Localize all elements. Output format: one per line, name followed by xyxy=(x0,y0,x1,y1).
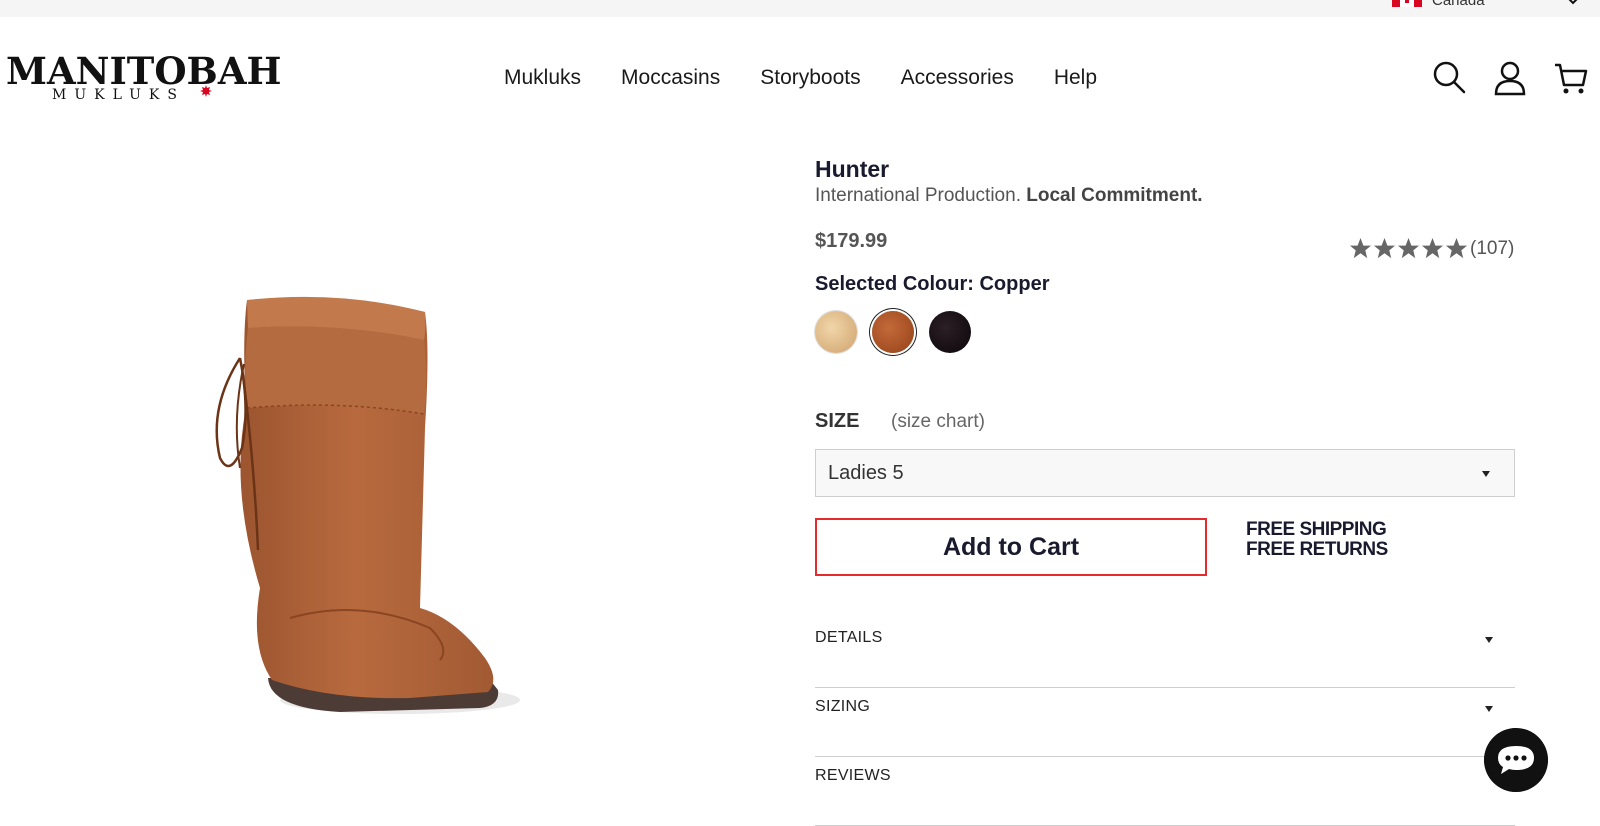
main-nav: Mukluks Moccasins Storyboots Accessories… xyxy=(504,64,1097,92)
chat-icon[interactable] xyxy=(1484,728,1548,792)
tagline-plain: International Production. xyxy=(815,185,1027,206)
accordion-reviews[interactable]: REVIEWS xyxy=(815,756,1515,826)
size-label: SIZE xyxy=(815,410,860,432)
shipping-info: FREE SHIPPING FREE RETURNS xyxy=(1246,520,1388,560)
free-returns-text: FREE RETURNS xyxy=(1246,539,1388,560)
colour-swatch-sand[interactable] xyxy=(815,311,857,353)
accordion-sizing-label: SIZING xyxy=(815,698,871,715)
nav-item-storyboots[interactable]: Storyboots xyxy=(760,64,860,92)
product-rating[interactable]: (107) xyxy=(1349,237,1514,260)
account-icon[interactable] xyxy=(1493,60,1527,96)
nav-item-help[interactable]: Help xyxy=(1054,64,1097,92)
accordion-details[interactable]: DETAILS xyxy=(815,618,1515,688)
country-selector[interactable]: Canada xyxy=(1392,0,1485,9)
rating-count: (107) xyxy=(1470,237,1515,259)
colour-swatch-copper[interactable] xyxy=(872,311,914,353)
nav-item-mukluks[interactable]: Mukluks xyxy=(504,64,581,92)
size-select-value: Ladies 5 xyxy=(828,461,904,484)
colour-swatch-black[interactable] xyxy=(929,311,971,353)
chevron-down-icon xyxy=(1482,471,1490,477)
brand-logo-text: MANITOBAH xyxy=(6,49,282,93)
chevron-down-icon[interactable] xyxy=(1568,0,1578,6)
brand-logo[interactable]: MANITOBAH MUKLUKS xyxy=(6,52,282,104)
size-chart-link[interactable]: (size chart) xyxy=(891,411,985,433)
product-price: $179.99 xyxy=(815,230,888,252)
chevron-down-icon xyxy=(1485,637,1493,643)
nav-item-accessories[interactable]: Accessories xyxy=(901,64,1014,92)
tagline-bold: Local Commitment. xyxy=(1026,185,1203,206)
brand-logo-subtext: MUKLUKS xyxy=(52,87,185,103)
add-to-cart-button[interactable]: Add to Cart xyxy=(815,518,1207,576)
country-label: Canada xyxy=(1432,0,1485,9)
search-icon[interactable] xyxy=(1432,60,1466,96)
star-icon xyxy=(1397,237,1420,259)
product-tagline: International Production. Local Commitme… xyxy=(815,185,1203,207)
star-icon xyxy=(1373,237,1396,259)
free-shipping-text: FREE SHIPPING xyxy=(1246,519,1387,540)
accordion-details-label: DETAILS xyxy=(815,629,883,646)
selected-colour-label: Selected Colour: Copper xyxy=(815,273,1050,295)
accordion-reviews-label: REVIEWS xyxy=(815,767,891,784)
chevron-down-icon xyxy=(1485,706,1493,712)
accordion-sizing[interactable]: SIZING xyxy=(815,687,1515,757)
top-utility-bar xyxy=(0,0,1600,17)
star-icon xyxy=(1349,237,1372,259)
star-icon xyxy=(1445,237,1468,259)
size-select[interactable]: Ladies 5 xyxy=(815,449,1515,497)
product-title: Hunter xyxy=(815,156,890,182)
product-image[interactable] xyxy=(200,288,530,728)
nav-item-moccasins[interactable]: Moccasins xyxy=(621,64,720,92)
star-icon xyxy=(1421,237,1444,259)
cart-icon[interactable] xyxy=(1554,60,1588,96)
canada-flag-icon xyxy=(1392,0,1422,7)
maple-leaf-icon xyxy=(200,85,212,97)
